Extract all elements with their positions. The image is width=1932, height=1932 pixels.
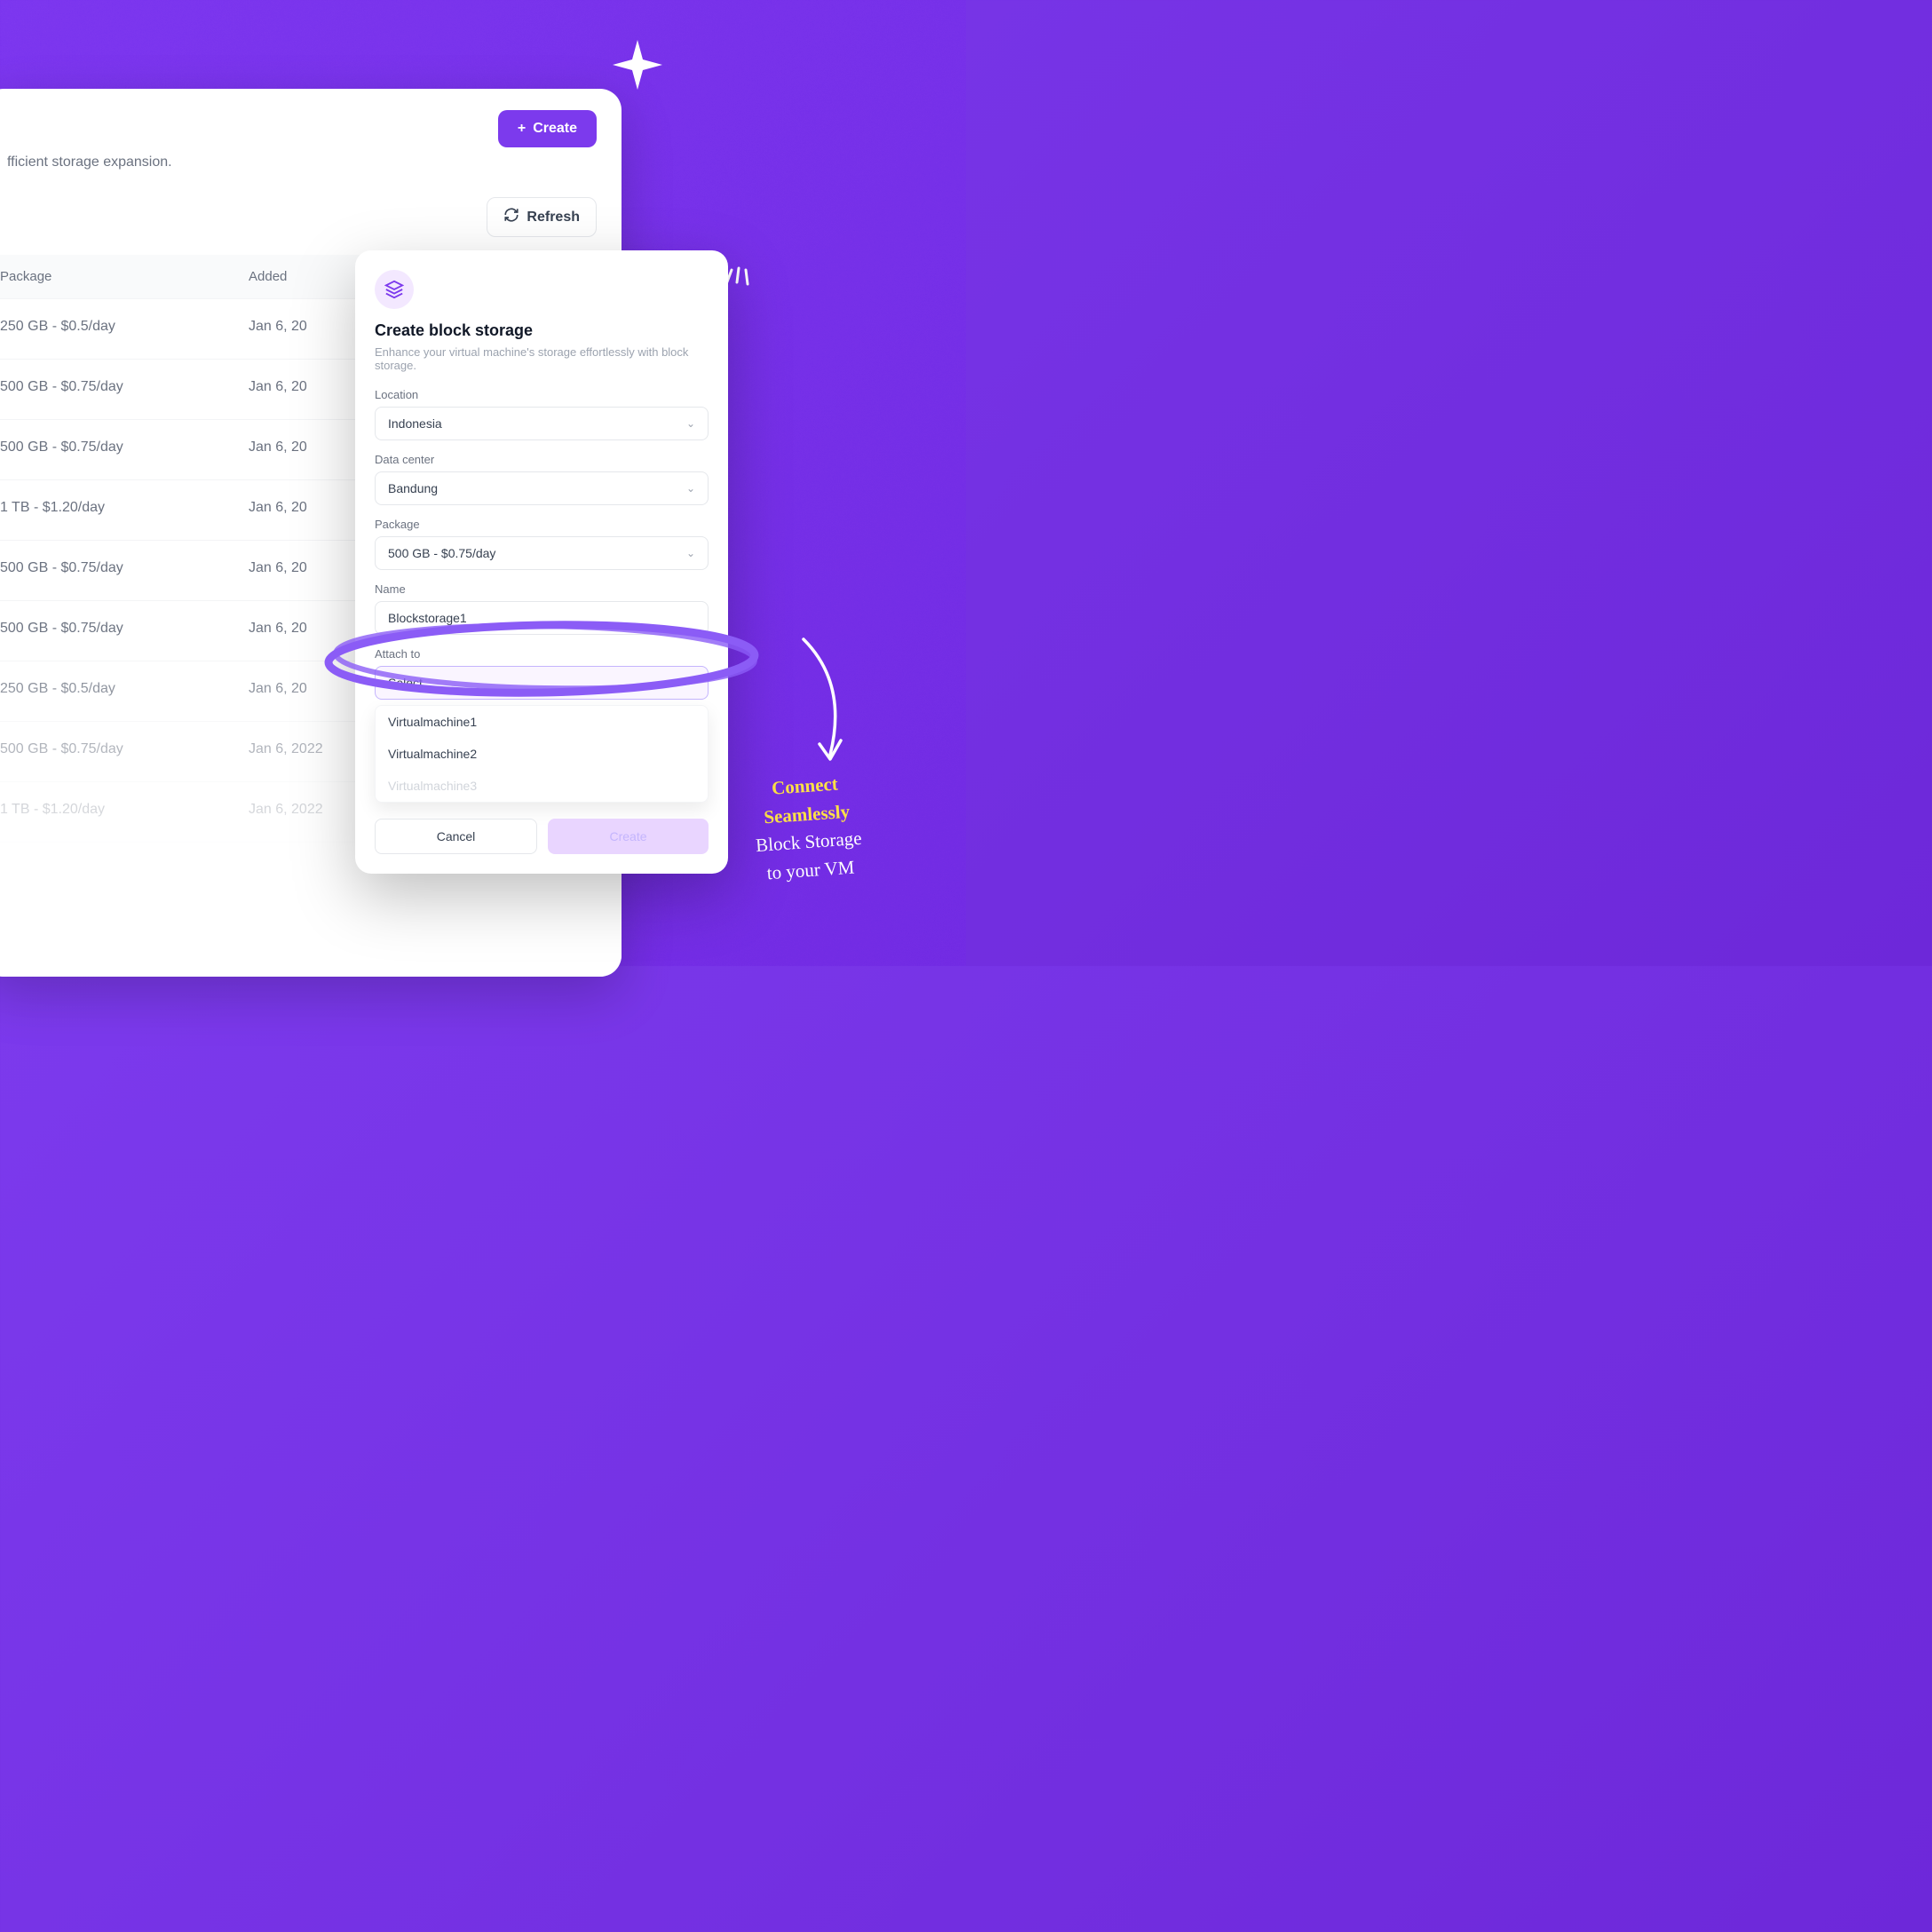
cell-package: 500 GB - $0.75/day: [0, 379, 249, 400]
sparkle-decoration: [613, 40, 662, 90]
attach-label: Attach to: [375, 647, 709, 661]
attach-dropdown: Virtualmachine1 Virtualmachine2 Virtualm…: [375, 705, 709, 803]
package-select[interactable]: 500 GB - $0.75/day ⌄: [375, 536, 709, 570]
name-input[interactable]: Blockstorage1: [375, 601, 709, 635]
layers-icon: [375, 270, 414, 309]
attach-placeholder: Select: [388, 676, 423, 690]
package-value: 500 GB - $0.75/day: [388, 546, 495, 560]
cell-package: 500 GB - $0.75/day: [0, 560, 249, 581]
datacenter-label: Data center: [375, 453, 709, 466]
create-button-label: Create: [533, 121, 577, 137]
refresh-button[interactable]: Refresh: [487, 197, 597, 237]
chevron-down-icon: ⌄: [686, 417, 695, 430]
dropdown-option[interactable]: Virtualmachine1: [376, 706, 708, 738]
cell-package: 500 GB - $0.75/day: [0, 439, 249, 460]
attach-select[interactable]: Select ⌃: [375, 666, 709, 700]
plus-icon: +: [518, 121, 526, 137]
dropdown-option[interactable]: Virtualmachine3: [376, 770, 708, 802]
package-label: Package: [375, 518, 709, 531]
datacenter-select[interactable]: Bandung ⌄: [375, 471, 709, 505]
location-select[interactable]: Indonesia ⌄: [375, 407, 709, 440]
create-button[interactable]: + Create: [498, 110, 597, 147]
cancel-button[interactable]: Cancel: [375, 819, 537, 854]
datacenter-value: Bandung: [388, 481, 438, 495]
name-value: Blockstorage1: [388, 611, 467, 625]
dropdown-option[interactable]: Virtualmachine2: [376, 738, 708, 770]
cell-package: 250 GB - $0.5/day: [0, 319, 249, 339]
col-package: Package: [0, 269, 249, 284]
arrow-decoration: [786, 630, 866, 781]
annotation-text: Connect Seamlessly Block Storage to your…: [751, 769, 865, 888]
refresh-button-label: Refresh: [527, 210, 580, 226]
chevron-down-icon: ⌄: [686, 547, 695, 559]
create-block-storage-modal: Create block storage Enhance your virtua…: [355, 250, 728, 874]
cell-package: 1 TB - $1.20/day: [0, 802, 249, 822]
chevron-down-icon: ⌄: [686, 482, 695, 495]
cell-package: 250 GB - $0.5/day: [0, 681, 249, 701]
name-label: Name: [375, 582, 709, 596]
location-value: Indonesia: [388, 416, 442, 431]
modal-create-button[interactable]: Create: [548, 819, 709, 854]
chevron-up-icon: ⌃: [686, 677, 695, 689]
modal-description: Enhance your virtual machine's storage e…: [375, 345, 709, 372]
location-label: Location: [375, 388, 709, 401]
panel-subtitle: fficient storage expansion.: [7, 154, 597, 170]
cell-package: 1 TB - $1.20/day: [0, 500, 249, 520]
cell-package: 500 GB - $0.75/day: [0, 741, 249, 762]
refresh-icon: [503, 207, 519, 227]
cell-package: 500 GB - $0.75/day: [0, 621, 249, 641]
modal-title: Create block storage: [375, 321, 709, 340]
